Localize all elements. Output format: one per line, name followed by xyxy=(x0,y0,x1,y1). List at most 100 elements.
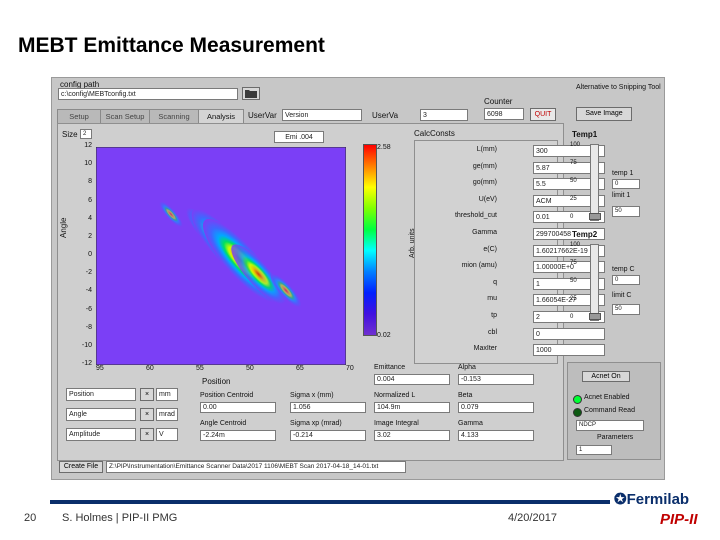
param-label: go(mm) xyxy=(472,179,497,187)
parameter-field[interactable]: 1 xyxy=(576,445,612,455)
temp-tick-label: 100 xyxy=(570,142,581,148)
result-label: Alpha xyxy=(458,364,476,371)
browse-folder-button[interactable] xyxy=(242,87,260,100)
temp2-slider[interactable] xyxy=(590,244,599,321)
units-field[interactable]: V xyxy=(156,428,178,441)
temp-tick-label: 25 xyxy=(570,196,577,202)
tab-analysis[interactable]: Analysis xyxy=(198,109,244,124)
slide-title: MEBT Emittance Measurement xyxy=(18,34,325,57)
result-field: 0.079 xyxy=(458,402,534,413)
temp2-label: Temp2 xyxy=(572,230,598,239)
temp2-limit-label: limit C xyxy=(612,292,632,299)
device-field[interactable]: NDCP xyxy=(576,420,644,431)
acnet-on-button[interactable]: Acnet On xyxy=(582,371,630,382)
y-tick-label: -2 xyxy=(85,269,92,277)
result-field: 0.004 xyxy=(374,374,450,385)
result-label: Emittance xyxy=(374,364,406,371)
result-label: Angle Centroid xyxy=(200,420,247,427)
temp-tick-label: 100 xyxy=(570,242,581,248)
folder-icon xyxy=(245,90,257,98)
temp1-label: Temp1 xyxy=(572,130,598,139)
footer-date: 4/20/2017 xyxy=(508,512,557,524)
temp2-limit-field[interactable]: 50 xyxy=(612,304,640,315)
param-value-field[interactable]: 1000 xyxy=(533,344,605,357)
file-path-field[interactable]: Z:\PIP\Instrumentation\Emittance Scanner… xyxy=(106,461,406,473)
units-field[interactable]: mrad xyxy=(156,408,178,421)
colorbar xyxy=(363,144,377,336)
temp1-thumb[interactable] xyxy=(589,213,601,220)
result-field: -0.153 xyxy=(458,374,534,385)
user-var-label: UserVar xyxy=(248,111,277,120)
y-tick-label: 8 xyxy=(88,178,92,186)
temp-tick-label: 25 xyxy=(570,296,577,302)
result-field: -0.214 xyxy=(290,430,366,441)
parameters-label: Parameters xyxy=(597,434,634,441)
param-label: L(mm) xyxy=(476,146,497,153)
y-tick-label: -12 xyxy=(81,360,92,367)
y-tick-label: 2 xyxy=(88,232,92,240)
temp2-thumb[interactable] xyxy=(589,313,601,320)
y-tick-label: -4 xyxy=(85,287,92,295)
param-label: threshold_cut xyxy=(454,212,497,220)
temp-tick-label: 75 xyxy=(570,160,577,166)
param-label: ge(mm) xyxy=(472,162,497,170)
temp1-limit-label: limit 1 xyxy=(612,192,631,199)
temp1-t-label: temp 1 xyxy=(612,170,634,177)
axis-selector[interactable]: Position xyxy=(66,388,136,401)
temp2-t-field: 0 xyxy=(612,275,640,285)
y-tick-label: 0 xyxy=(88,251,92,258)
param-label: mu xyxy=(487,295,497,303)
param-label: U(eV) xyxy=(478,195,497,203)
y-tick-label: 12 xyxy=(84,142,92,149)
user-var-field[interactable]: Version xyxy=(282,109,362,121)
selector-lock-button[interactable]: × xyxy=(140,408,154,421)
y-tick-label: -8 xyxy=(85,323,92,331)
calc-consts-label: CalcConsts xyxy=(414,129,455,138)
result-label: Normalized L xyxy=(374,392,416,399)
counter-label: Counter xyxy=(484,97,513,106)
temp-tick-label: 50 xyxy=(570,278,577,284)
config-path-field[interactable]: c:\config\MEBTconfig.txt xyxy=(58,88,238,100)
emittance-display: Emi .004 xyxy=(274,131,324,143)
result-label: Position Centroid xyxy=(200,392,254,399)
acnet-enabled-label: Acnet Enabled xyxy=(584,394,630,401)
counter-field: 6098 xyxy=(484,108,524,120)
y-tick-label: 6 xyxy=(88,196,92,204)
param-label: Gamma xyxy=(472,229,497,236)
save-image-button[interactable]: Save Image xyxy=(576,107,632,121)
emittance-heatmap[interactable] xyxy=(96,147,346,365)
fermilab-logo-text: Fermilab xyxy=(626,491,690,508)
temp1-limit-field[interactable]: 50 xyxy=(612,206,640,217)
result-field: 1.056 xyxy=(290,402,366,413)
axis-selector[interactable]: Amplitude xyxy=(66,428,136,441)
param-label: mion (amu) xyxy=(461,262,497,270)
axis-selector[interactable]: Angle xyxy=(66,408,136,421)
results-grid: Position Centroid 0.00 Sigma x (mm) 1.056 No… xyxy=(200,364,540,450)
create-file-button[interactable]: Create File xyxy=(59,461,103,473)
temp-tick-label: 0 xyxy=(570,214,574,220)
size-field[interactable]: 2 xyxy=(80,129,92,139)
units-field[interactable]: mm xyxy=(156,388,178,401)
fermilab-logo: ✪Fermilab xyxy=(614,490,689,508)
page-number: 20 xyxy=(24,512,37,524)
colorbar-max: 2.58 xyxy=(377,144,391,151)
user-va2-field[interactable]: 3 xyxy=(420,109,468,121)
quit-button[interactable]: QUIT xyxy=(530,108,556,121)
param-label: tp xyxy=(491,312,497,319)
selector-lock-button[interactable]: × xyxy=(140,388,154,401)
temp1-t-field: 0 xyxy=(612,179,640,189)
result-label: Beta xyxy=(458,392,473,399)
user-va2-label: UserVa xyxy=(372,111,399,120)
params-panel: L(mm) 300 ge(mm) 5.87 go(mm) 5.5 U(eV) ACM thres… xyxy=(414,140,605,364)
fermilab-icon: ✪ xyxy=(614,491,627,508)
alternative-tool-label: Alternative to Snipping Tool xyxy=(576,84,661,91)
command-read-label: Command Read xyxy=(584,407,635,414)
size-label: Size xyxy=(62,130,78,139)
acnet-enabled-led xyxy=(573,395,582,404)
selector-lock-button[interactable]: × xyxy=(140,428,154,441)
temp1-slider[interactable] xyxy=(590,144,599,221)
footer-author: S. Holmes | PIP-II PMG xyxy=(62,512,178,524)
result-label: Sigma xp (mrad) xyxy=(290,420,342,427)
labview-window: config path c:\config\MEBTconfig.txt Set… xyxy=(51,77,665,480)
param-value-field[interactable]: 0 xyxy=(533,327,605,340)
